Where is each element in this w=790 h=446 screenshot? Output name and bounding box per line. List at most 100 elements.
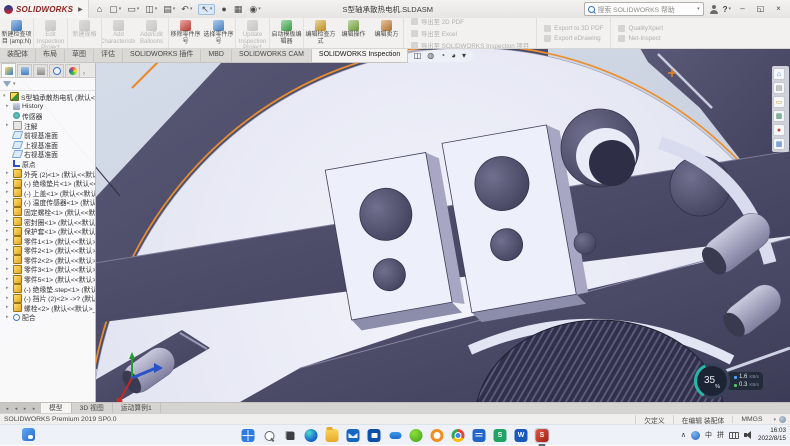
quick-access-button[interactable]: ▦ (234, 5, 244, 14)
quick-access-button[interactable]: ▢ ▾ (109, 5, 121, 14)
expand-icon[interactable]: ▸ (6, 209, 11, 214)
tree-root-row[interactable]: ▾ S型轴承散热电机 (默认<默认_显示状态>-1 (0, 92, 95, 102)
taskbar-app[interactable] (241, 428, 256, 443)
taskbar-app[interactable] (283, 428, 298, 443)
ribbon-button[interactable]: 新建检查项目 (amp;N) (0, 18, 33, 48)
panel-tab[interactable] (1, 63, 16, 77)
tree-item[interactable]: ▸ (-) 绝缘垫片<1> (默认<<默认>_显示状态 (0, 178, 95, 188)
task-pane-tab[interactable]: ▦ (773, 110, 785, 122)
command-tab[interactable]: SOLIDWORKS Inspection (312, 48, 408, 62)
tray-chevron[interactable]: ∧ (681, 431, 686, 439)
ribbon-button[interactable]: Edit Inspection Project (33, 18, 67, 48)
panel-tab[interactable] (33, 64, 48, 77)
tree-item[interactable]: ▸ 零件2<1> (默认<<默认>_显示状态 (0, 246, 95, 256)
status-item[interactable]: 欠定义 (635, 415, 672, 425)
taskbar-app[interactable]: W (514, 428, 529, 443)
expand-icon[interactable]: ▸ (6, 181, 11, 186)
ribbon-button[interactable]: 编辑卖方 (370, 18, 403, 48)
tree-item[interactable]: 前视基准面 (0, 130, 95, 140)
headsup-button[interactable]: ◫ (414, 52, 422, 60)
ribbon-button[interactable]: 选择零件序号 (202, 18, 235, 48)
tree-item[interactable]: 传感器 (0, 111, 95, 121)
taskbar-app[interactable] (304, 428, 319, 443)
units-caret-icon[interactable]: ▾ (773, 417, 776, 423)
volume-icon[interactable] (744, 431, 753, 439)
expand-icon[interactable]: ▸ (6, 286, 11, 291)
restore-button[interactable]: ◱ (754, 0, 767, 18)
export-menu-item[interactable]: 导出至 Excel (411, 29, 529, 38)
ime-mode[interactable]: 拼 (717, 430, 724, 440)
expand-icon[interactable]: ▸ (6, 296, 11, 301)
export-menu-item[interactable]: Net-Inspect (618, 35, 663, 42)
expand-icon[interactable]: ▸ (6, 104, 11, 109)
export-menu-item[interactable]: 导出至 2D PDF (411, 17, 529, 26)
tab-scroll-button[interactable]: ◂ (12, 406, 20, 412)
expand-icon[interactable]: ▸ (6, 238, 11, 243)
clock[interactable]: 16:03 2022/8/15 (758, 427, 786, 443)
expand-icon[interactable]: ▸ (6, 229, 11, 234)
quick-access-button[interactable]: ↶ ▾ (181, 5, 192, 14)
taskbar-app[interactable] (388, 428, 403, 443)
headsup-button[interactable]: ◍ (427, 52, 434, 60)
tree-item[interactable]: ▸ 零件3<1> (默认<<默认>_显示状态 (0, 265, 95, 275)
expand-icon[interactable]: ▸ (6, 248, 11, 253)
panel-tab-overflow[interactable]: › (83, 71, 85, 77)
minimize-button[interactable]: – (736, 0, 749, 18)
export-menu-item[interactable]: Export eDrawing (544, 35, 603, 42)
search-input[interactable]: 搜索 SOLIDWORKS 帮助 ▾ (584, 2, 704, 16)
ribbon-button[interactable]: 编辑操作 (337, 18, 370, 48)
tab-scroll-button[interactable]: ◂ (3, 406, 11, 412)
ribbon-button[interactable]: Add Characteristic (101, 18, 135, 48)
quick-access-button[interactable]: ▤ ▾ (163, 5, 175, 14)
taskbar-app[interactable]: S (493, 428, 508, 443)
ribbon-button[interactable]: 新建规格 (67, 18, 101, 48)
command-tab[interactable]: 装配体 (0, 48, 36, 62)
task-pane-tab[interactable]: ● (773, 124, 785, 136)
expand-icon[interactable]: ▸ (6, 123, 11, 128)
tree-item[interactable]: ▸ 固定螺栓<1> (默认<<默认>_显示状态 (0, 207, 95, 217)
tree-item[interactable]: 上视基准面 (0, 140, 95, 150)
tree-item[interactable]: ▸ 注解 (0, 121, 95, 131)
quick-access-button[interactable]: ⌂ (97, 5, 103, 14)
tree-item[interactable]: ▸ History (0, 102, 95, 112)
command-tab[interactable]: 草图 (65, 48, 94, 62)
command-tab[interactable]: SOLIDWORKS CAM (232, 48, 312, 62)
tree-filter-row[interactable]: ▾ (0, 78, 95, 91)
ime-language[interactable]: 中 (705, 430, 712, 440)
task-pane-tab[interactable]: ⌂ (773, 68, 785, 80)
quick-access-button[interactable]: ◫ ▾ (145, 5, 157, 14)
close-button[interactable]: × (772, 0, 785, 18)
export-menu-item[interactable]: 导出至 SOLIDWORKS Inspection 项目 (411, 41, 529, 50)
expand-icon[interactable]: ▸ (6, 315, 11, 320)
task-pane-tab[interactable]: ▦ (773, 138, 785, 150)
taskbar-app[interactable] (409, 428, 424, 443)
expand-icon[interactable]: ▸ (6, 171, 11, 176)
ribbon-button[interactable]: Update Inspection Project (235, 18, 269, 48)
command-tab[interactable]: SOLIDWORKS 插件 (123, 48, 201, 62)
expand-icon[interactable]: ▸ (6, 267, 11, 272)
taskbar-app[interactable] (325, 428, 340, 443)
headsup-button[interactable]: ▾ (462, 52, 466, 60)
tab-scroll-button[interactable]: ▸ (30, 406, 38, 412)
quick-access-button[interactable]: ◉ ▾ (249, 5, 260, 14)
quick-access-button[interactable]: ▭ ▾ (127, 5, 139, 14)
ribbon-button[interactable]: 启动模板编辑器 (269, 18, 303, 48)
taskbar-app[interactable] (262, 428, 277, 443)
tree-item[interactable]: 右视基准面 (0, 150, 95, 160)
panel-tab[interactable] (65, 64, 80, 77)
widgets-icon[interactable] (22, 428, 35, 441)
tree-item[interactable]: ▸ 零件2<2> (默认<<默认>_显示状态 (0, 255, 95, 265)
taskbar-app[interactable]: S (535, 428, 550, 443)
tab-scroll-button[interactable]: ▸ (21, 406, 29, 412)
headsup-button[interactable]: ◕ (451, 52, 456, 60)
expand-icon[interactable]: ▸ (6, 219, 11, 224)
viewport-canvas[interactable] (0, 48, 790, 402)
performance-widget[interactable]: 35 % 1.6 KB/s 0.3 KB/s (694, 363, 764, 399)
tree-item[interactable]: ▸ (-) 温度传感器<1> (默认<<默认>_显示状态 (0, 198, 95, 208)
command-tab[interactable]: 布局 (36, 48, 65, 62)
command-tab[interactable]: 评估 (94, 48, 123, 62)
tray-shield-icon[interactable] (691, 431, 700, 440)
taskbar-app[interactable] (346, 428, 361, 443)
status-tag-icon[interactable] (779, 416, 786, 423)
taskbar-app[interactable] (472, 428, 487, 443)
